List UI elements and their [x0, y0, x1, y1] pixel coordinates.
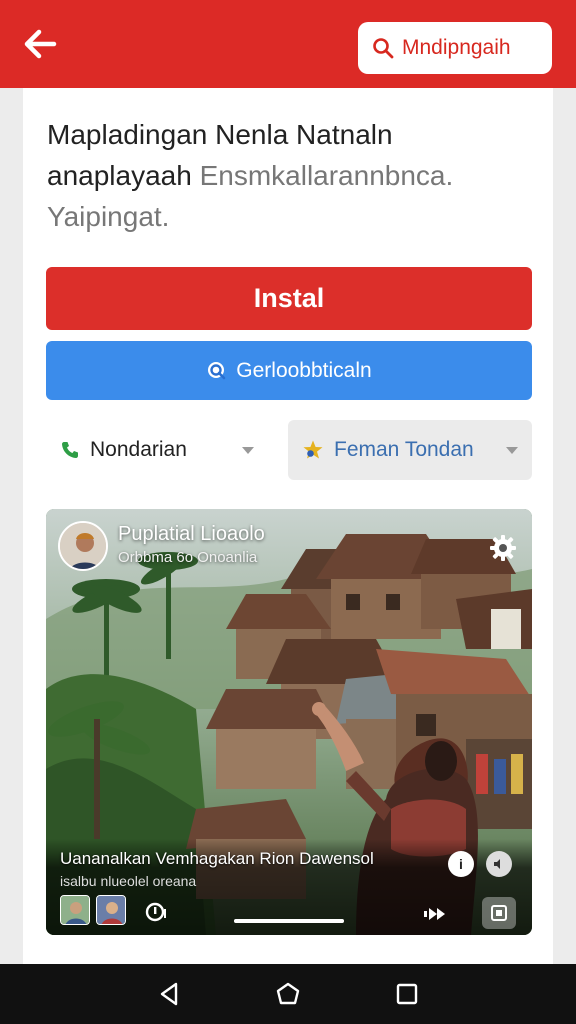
viewer-avatar-1[interactable] [60, 895, 90, 925]
description-line-1: Mapladingan Nenla Natnaln [47, 119, 393, 150]
nav-home-icon [276, 982, 300, 1005]
phone-icon [62, 442, 78, 458]
video-caption-subtitle: isalbu nlueolel oreana [60, 873, 197, 889]
description-line-2-main: anaplayaah [47, 160, 200, 191]
back-arrow-icon [24, 29, 57, 59]
gear-icon [490, 535, 516, 561]
app-detail-card: Mapladingan Nenla Natnaln anaplayaah Ens… [23, 88, 553, 968]
install-button[interactable]: Instal [46, 267, 532, 330]
chevron-down-icon [242, 446, 254, 454]
poster-avatar[interactable] [58, 521, 108, 571]
filter-dropdown-label: Feman Tondan [334, 438, 474, 461]
category-dropdown-label: Nondarian [90, 438, 187, 461]
secondary-action-button[interactable]: Gerloobbticaln [46, 341, 532, 400]
nav-back-button[interactable] [149, 974, 189, 1014]
poster-subtitle: Orbbma 6o Onoanlia [118, 549, 258, 566]
nav-recents-icon [396, 983, 417, 1005]
settings-button[interactable] [140, 897, 172, 927]
search-icon [208, 361, 226, 379]
description-line-2: anaplayaah Ensmkallarannbnca. [47, 155, 527, 196]
info-icon: i [459, 856, 463, 872]
back-button[interactable] [20, 24, 60, 64]
filter-dropdown[interactable]: Feman Tondan [288, 420, 532, 480]
nav-recents-button[interactable] [387, 974, 427, 1014]
viewer-avatar-2[interactable] [96, 895, 126, 925]
app-description: Mapladingan Nenla Natnaln anaplayaah Ens… [47, 114, 527, 237]
info-button[interactable]: i [448, 851, 474, 877]
mute-button[interactable] [486, 851, 512, 877]
nav-home-button[interactable] [268, 974, 308, 1014]
search-icon [373, 38, 394, 59]
chevron-down-icon [506, 446, 518, 454]
video-post[interactable]: Puplatial Lioaolo Orbbma 6o Onoanlia Uan… [46, 509, 532, 935]
install-label: Instal [253, 283, 325, 313]
star-icon [303, 440, 323, 459]
system-navigation-bar [0, 964, 576, 1024]
video-caption-title: Uananalkan Vemhagakan Rion Dawensol [60, 849, 374, 868]
mute-icon [494, 859, 500, 869]
fullscreen-button[interactable] [482, 897, 516, 929]
fullscreen-icon [491, 905, 507, 921]
settings-icon [145, 902, 166, 922]
poster-name[interactable]: Puplatial Lioaolo [118, 523, 265, 546]
video-progress-bar[interactable] [234, 919, 344, 923]
description-line-2-muted: Ensmkallarannbnca. [199, 160, 454, 191]
fast-forward-button[interactable] [420, 899, 452, 929]
secondary-action-label: Gerloobbticaln [236, 358, 372, 382]
video-controls-overlay: Uananalkan Vemhagakan Rion Dawensol isal… [46, 839, 532, 935]
search-button[interactable]: Mndipngaih [358, 22, 552, 74]
top-app-bar: Mndipngaih [0, 0, 576, 88]
nav-back-icon [161, 982, 178, 1006]
media-settings-button[interactable] [488, 533, 518, 563]
fast-forward-icon [424, 908, 445, 920]
search-label: Mndipngaih [402, 36, 511, 59]
category-dropdown[interactable]: Nondarian [46, 420, 268, 480]
description-line-3: Yaipingat. [47, 201, 170, 232]
video-progress-fill [234, 919, 344, 923]
